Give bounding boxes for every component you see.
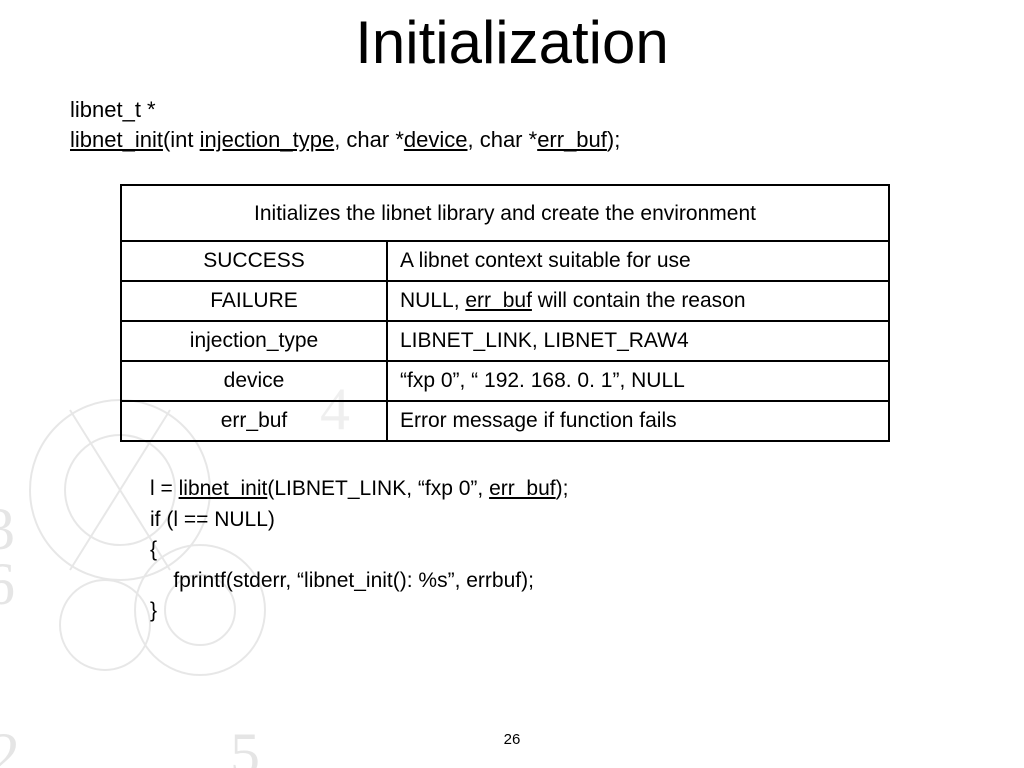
table-row: injection_type LIBNET_LINK, LIBNET_RAW4 xyxy=(121,321,889,361)
row-desc: Error message if function fails xyxy=(387,401,889,441)
code-fn: libnet_init xyxy=(179,477,268,500)
code-line: fprintf(stderr, “libnet_init(): %s”, err… xyxy=(150,569,534,592)
sig-text: , char * xyxy=(334,127,404,152)
sig-text: , char * xyxy=(467,127,537,152)
row-label: device xyxy=(121,361,387,401)
code-arg: err_buf xyxy=(489,477,556,500)
table-row: FAILURE NULL, err_buf will contain the r… xyxy=(121,281,889,321)
row-label: SUCCESS xyxy=(121,241,387,281)
row-desc: A libnet context suitable for use xyxy=(387,241,889,281)
row-desc: NULL, err_buf will contain the reason xyxy=(387,281,889,321)
sig-arg: injection_type xyxy=(200,127,335,152)
row-label: injection_type xyxy=(121,321,387,361)
page-number: 26 xyxy=(0,731,1024,748)
code-text: (LIBNET_LINK, “fxp 0”, xyxy=(267,477,489,500)
row-desc-text: NULL, xyxy=(400,289,465,312)
table-row: device “fxp 0”, “ 192. 168. 0. 1”, NULL xyxy=(121,361,889,401)
row-desc: “fxp 0”, “ 192. 168. 0. 1”, NULL xyxy=(387,361,889,401)
table-row: SUCCESS A libnet context suitable for us… xyxy=(121,241,889,281)
row-desc-text: “fxp 0”, “ 192. 168. 0. 1”, NULL xyxy=(400,369,685,392)
row-desc-text: LIBNET_LINK, LIBNET_RAW4 xyxy=(400,329,689,352)
return-type: libnet_t * xyxy=(70,97,156,122)
code-text: l = xyxy=(150,477,179,500)
slide-title: Initialization xyxy=(0,0,1024,77)
sig-arg: err_buf xyxy=(537,127,607,152)
function-signature: libnet_t * libnet_init(int injection_typ… xyxy=(70,95,1024,154)
row-desc: LIBNET_LINK, LIBNET_RAW4 xyxy=(387,321,889,361)
row-desc-text: will contain the reason xyxy=(532,289,746,312)
table-header: Initializes the libnet library and creat… xyxy=(121,185,889,241)
code-line: } xyxy=(150,599,157,622)
row-desc-text: A libnet context suitable for use xyxy=(400,249,691,272)
description-table: Initializes the libnet library and creat… xyxy=(120,184,890,442)
code-line: if (l == NULL) xyxy=(150,508,275,531)
code-text: ); xyxy=(556,477,569,500)
table-header-row: Initializes the libnet library and creat… xyxy=(121,185,889,241)
row-label: FAILURE xyxy=(121,281,387,321)
function-name: libnet_init xyxy=(70,127,163,152)
row-desc-underline: err_buf xyxy=(465,289,532,312)
row-label: err_buf xyxy=(121,401,387,441)
row-desc-text: Error message if function fails xyxy=(400,409,677,432)
sig-arg: device xyxy=(404,127,468,152)
code-line: { xyxy=(150,538,157,561)
table-row: err_buf Error message if function fails xyxy=(121,401,889,441)
slide: Initialization libnet_t * libnet_init(in… xyxy=(0,0,1024,768)
sig-text: ); xyxy=(607,127,620,152)
sig-text: (int xyxy=(163,127,200,152)
code-example: l = libnet_init(LIBNET_LINK, “fxp 0”, er… xyxy=(150,474,1024,626)
